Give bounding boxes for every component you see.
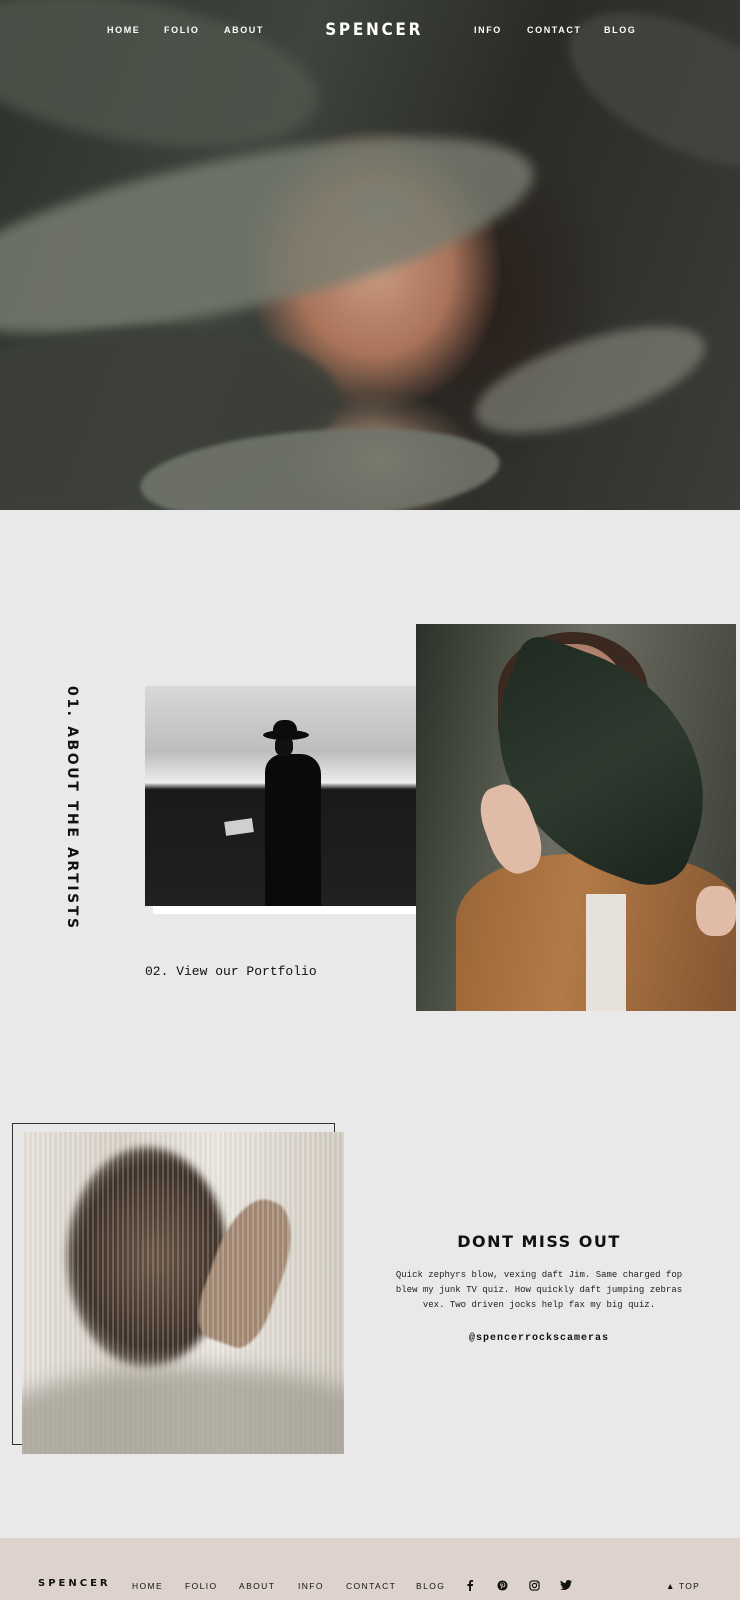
hero-leaf-shape: [463, 304, 717, 456]
about-photo-leaf: [416, 624, 736, 1011]
photo-figure: [696, 886, 736, 936]
footer-contact-link[interactable]: CONTACT: [346, 1581, 396, 1591]
pinterest-icon[interactable]: [495, 1578, 509, 1592]
site-logo[interactable]: SPENCER: [325, 20, 420, 40]
instagram-icon[interactable]: [527, 1578, 541, 1592]
back-to-top-link[interactable]: ▲ TOP: [666, 1581, 700, 1591]
promo-title: DONT MISS OUT: [457, 1232, 621, 1251]
footer-about-link[interactable]: ABOUT: [239, 1581, 275, 1591]
footer-folio-link[interactable]: FOLIO: [185, 1581, 218, 1591]
promo-body-text: Quick zephyrs blow, vexing daft Jim. Sam…: [395, 1270, 683, 1310]
facebook-icon[interactable]: [463, 1578, 477, 1592]
nav-about-link[interactable]: ABOUT: [224, 25, 264, 35]
nav-home-link[interactable]: HOME: [107, 25, 140, 35]
hero-leaf-shape: [0, 97, 549, 373]
nav-contact-link[interactable]: CONTACT: [527, 25, 582, 35]
footer-blog-link[interactable]: BLOG: [416, 1581, 445, 1591]
hero-image: [0, 0, 740, 510]
nav-info-link[interactable]: INFO: [474, 25, 502, 35]
footer-info-link[interactable]: INFO: [298, 1581, 324, 1591]
about-photo-reader: [145, 686, 448, 906]
top-navigation: HOME FOLIO ABOUT SPENCER INFO CONTACT BL…: [0, 20, 740, 42]
footer-logo[interactable]: SPENCER: [38, 1578, 111, 1589]
photo-figure: [263, 730, 309, 740]
nav-folio-link[interactable]: FOLIO: [164, 25, 200, 35]
promo-photo-curtain: [22, 1132, 344, 1454]
about-title-wrap: 01. ABOUT THE ARTISTS: [60, 686, 84, 931]
view-portfolio-link[interactable]: 02. View our Portfolio: [145, 964, 317, 979]
photo-figure: [586, 894, 626, 1011]
photo-figure: [265, 754, 321, 906]
photo-texture: [22, 1367, 344, 1454]
back-to-top-label: TOP: [679, 1581, 700, 1591]
twitter-icon[interactable]: [559, 1578, 573, 1592]
instagram-handle-link[interactable]: @spencerrockscameras: [388, 1333, 690, 1344]
footer-home-link[interactable]: HOME: [132, 1581, 163, 1591]
photo-figure: [224, 818, 254, 836]
nav-blog-link[interactable]: BLOG: [604, 25, 636, 35]
about-title: 01. ABOUT THE ARTISTS: [64, 686, 80, 931]
caret-up-icon: ▲: [666, 1581, 676, 1591]
